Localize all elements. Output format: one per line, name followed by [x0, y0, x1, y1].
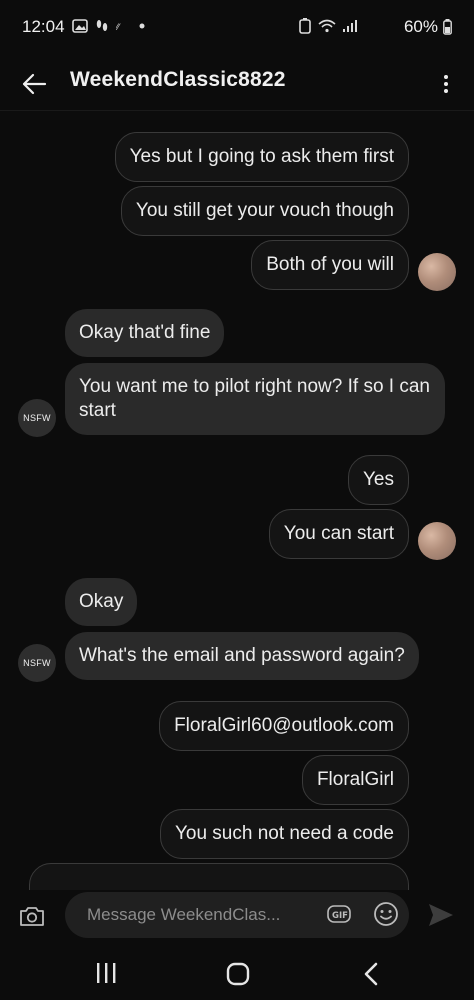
message-bubble-outgoing[interactable]: FloralGirl: [301, 755, 409, 805]
message-bubble-incoming[interactable]: What's the email and password again?: [65, 632, 419, 680]
message-bubble-outgoing[interactable]: You can start: [268, 509, 409, 559]
system-nav-bar: [0, 944, 474, 1000]
my-avatar[interactable]: [418, 253, 456, 291]
message-thread[interactable]: Yes but I going to ask them first You st…: [0, 112, 474, 890]
composer-bar: Message WeekendClas... GIF: [0, 890, 474, 944]
message-bubble-outgoing[interactable]: Yes: [348, 455, 409, 505]
message-bubble-incoming[interactable]: Okay: [65, 578, 138, 626]
send-icon[interactable]: [426, 900, 456, 930]
my-avatar[interactable]: [418, 522, 456, 560]
battery-status: 60%: [404, 17, 452, 37]
cell-signal-icon: [343, 20, 357, 32]
nav-recents-icon[interactable]: [94, 962, 118, 984]
more-options-button[interactable]: [434, 64, 458, 104]
gif-icon[interactable]: GIF: [327, 903, 351, 925]
chat-title[interactable]: WeekendClassic8822: [70, 68, 286, 92]
message-bubble-outgoing[interactable]: FloralGirl60@outlook.com: [159, 701, 409, 751]
back-button[interactable]: [14, 64, 54, 104]
status-bar: 12:04 ⁄⁄ 60%: [0, 0, 474, 56]
message-bubble-incoming[interactable]: You want me to pilot right now? If so I …: [65, 363, 445, 435]
dot-icon: [139, 23, 145, 29]
camera-button[interactable]: [14, 898, 50, 934]
wifi-icon: [318, 19, 336, 33]
message-bubble-incoming[interactable]: Okay that'd fine: [65, 309, 225, 357]
camera-icon: [20, 907, 44, 926]
battery-icon: [443, 19, 452, 35]
battery-saver-icon: [299, 18, 311, 34]
footprints-icon: [96, 20, 108, 31]
message-bubble-outgoing-partial[interactable]: [29, 863, 409, 890]
signal-dots-icon: ⁄⁄: [116, 23, 122, 32]
svg-text:GIF: GIF: [332, 911, 348, 921]
app-bar: WeekendClassic8822: [0, 56, 474, 112]
back-arrow-icon: [22, 73, 47, 95]
system-icons: [298, 18, 358, 34]
header-divider: [0, 110, 474, 111]
message-bubble-outgoing[interactable]: Both of you will: [251, 240, 409, 290]
battery-percent: 60%: [403, 17, 438, 36]
message-input-placeholder: Message WeekendClas...: [87, 905, 281, 924]
status-time: 12:04: [22, 17, 65, 36]
emoji-icon[interactable]: [373, 901, 399, 927]
message-bubble-outgoing[interactable]: You still get your vouch though: [120, 186, 409, 236]
gallery-icon: [72, 19, 88, 33]
nav-home-icon[interactable]: [226, 962, 250, 986]
contact-avatar[interactable]: NSFW: [18, 644, 56, 682]
message-bubble-outgoing[interactable]: You such not need a code: [159, 809, 409, 859]
notification-icons: ⁄⁄: [72, 18, 146, 34]
svg-text:⁄⁄: ⁄⁄: [116, 23, 122, 32]
contact-avatar[interactable]: NSFW: [18, 399, 56, 437]
more-vert-icon: [444, 75, 448, 93]
message-bubble-outgoing[interactable]: Yes but I going to ask them first: [114, 132, 409, 182]
nav-back-icon[interactable]: [362, 962, 382, 986]
message-input[interactable]: Message WeekendClas... GIF: [65, 892, 409, 938]
